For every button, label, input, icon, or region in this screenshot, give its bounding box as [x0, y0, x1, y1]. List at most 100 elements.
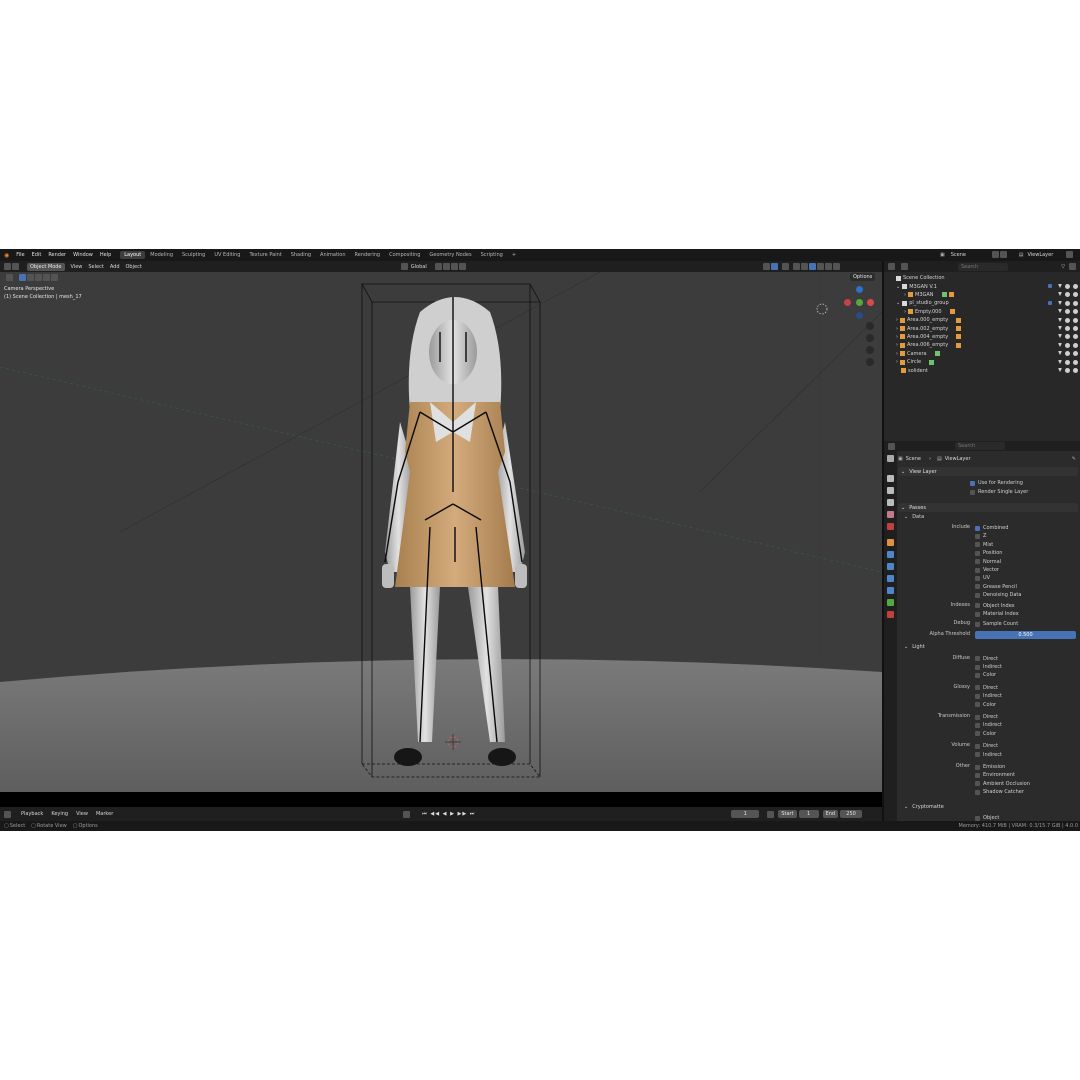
view-layer-tab-icon[interactable] — [887, 499, 894, 506]
render-tab-icon[interactable] — [887, 475, 894, 482]
pass-checkbox[interactable] — [975, 789, 980, 795]
pass-checkbox[interactable] — [975, 542, 980, 548]
select-tool-icon[interactable] — [6, 274, 13, 281]
tab-rendering[interactable]: Rendering — [351, 251, 385, 259]
visibility-icon[interactable] — [762, 263, 770, 270]
add-workspace-button[interactable]: + — [508, 251, 520, 259]
pass-checkbox-row[interactable]: Object Index — [975, 602, 1015, 610]
panel-view-layer[interactable]: ⌄ View Layer — [898, 467, 1078, 476]
camera-icon[interactable] — [1073, 309, 1078, 315]
expand-icon[interactable]: › — [896, 334, 898, 340]
tab-animation[interactable]: Animation — [316, 251, 350, 259]
select-filter-icon[interactable] — [1058, 292, 1062, 297]
start-frame-field[interactable]: 1 — [798, 810, 819, 818]
pass-checkbox[interactable] — [975, 781, 980, 787]
filter-icon[interactable]: ▽ — [1061, 264, 1065, 270]
pass-checkbox-row[interactable]: Denoising Data — [975, 591, 1021, 599]
axis-z-icon[interactable] — [856, 286, 863, 293]
outliner-row[interactable]: ⌄ pl_studio_group — [884, 299, 1080, 307]
expand-icon[interactable]: › — [904, 292, 906, 298]
tab-uv-editing[interactable]: UV Editing — [210, 251, 244, 259]
menu-keying[interactable]: Keying — [51, 811, 68, 817]
pass-checkbox[interactable] — [975, 743, 980, 749]
axis-x-neg-icon[interactable] — [844, 299, 851, 306]
zoom-icon[interactable] — [866, 322, 874, 330]
pass-checkbox[interactable] — [975, 611, 980, 617]
eye-icon[interactable] — [1065, 284, 1070, 290]
gizmo-icon[interactable] — [770, 263, 778, 270]
eye-icon[interactable] — [1065, 334, 1070, 340]
menu-object[interactable]: Object — [126, 264, 142, 270]
axis-z-neg-icon[interactable] — [856, 312, 863, 319]
menu-marker[interactable]: Marker — [96, 811, 113, 817]
expand-icon[interactable]: › — [896, 326, 898, 332]
select-filter-icon[interactable] — [1058, 359, 1062, 364]
subpanel-light[interactable]: ⌄ Light — [904, 643, 925, 651]
pass-checkbox[interactable] — [975, 702, 980, 708]
outliner-row[interactable]: ⌄ M3GAN V.1 — [884, 282, 1080, 290]
current-frame-field[interactable]: 1 — [731, 810, 760, 818]
pass-checkbox-row[interactable]: Color — [975, 671, 996, 679]
select-filter-icon[interactable] — [1058, 284, 1062, 289]
camera-icon[interactable] — [1073, 317, 1078, 323]
pass-checkbox-row[interactable]: UV — [975, 574, 990, 582]
eye-icon[interactable] — [1065, 342, 1070, 348]
select-filter-icon[interactable] — [1058, 351, 1062, 356]
alpha-threshold-slider[interactable]: 0.500 — [975, 630, 1076, 639]
menu-timeline-view[interactable]: View — [76, 811, 88, 817]
pass-checkbox[interactable] — [975, 764, 980, 770]
preview-range-icon[interactable] — [767, 810, 775, 818]
pass-checkbox[interactable] — [975, 567, 980, 573]
pass-checkbox-row[interactable]: Position — [975, 549, 1002, 557]
pass-checkbox-row[interactable]: Direct — [975, 713, 998, 721]
axis-x-icon[interactable] — [867, 299, 874, 306]
collapse-icon[interactable]: ⌄ — [904, 804, 908, 810]
new-collection-icon[interactable] — [1069, 263, 1076, 270]
pan-hand-icon[interactable] — [866, 334, 874, 342]
eye-icon[interactable] — [1065, 300, 1070, 306]
playback-controls[interactable]: ⏮ ◀◀ ◀ ▶ ▶▶ ⏭ — [422, 811, 475, 817]
render-single-layer-row[interactable]: Render Single Layer — [970, 488, 1028, 496]
use-for-rendering-checkbox[interactable] — [970, 480, 975, 486]
tab-shading[interactable]: Shading — [287, 251, 315, 259]
pass-checkbox-row[interactable]: Environment — [975, 771, 1015, 779]
view-transform-icon[interactable] — [12, 263, 19, 270]
exclude-checkbox[interactable] — [1048, 300, 1052, 305]
eye-icon[interactable] — [1065, 317, 1070, 323]
pass-checkbox[interactable] — [975, 592, 980, 598]
scene-tab-icon[interactable] — [887, 511, 894, 518]
camera-icon[interactable] — [1073, 368, 1078, 374]
pass-checkbox-row[interactable]: Indirect — [975, 721, 1002, 729]
material-tab-icon[interactable] — [887, 611, 894, 618]
pass-checkbox[interactable] — [975, 685, 980, 691]
pass-checkbox-row[interactable]: Object — [975, 814, 999, 822]
pass-checkbox-row[interactable]: Direct — [975, 684, 998, 692]
expand-icon[interactable]: › — [896, 351, 898, 357]
select-filter-icon[interactable] — [1058, 317, 1062, 322]
constraints-tab-icon[interactable] — [887, 587, 894, 594]
axis-y-icon[interactable] — [856, 299, 863, 306]
collapse-icon[interactable]: ⌄ — [904, 644, 908, 650]
pass-checkbox-row[interactable]: Shadow Catcher — [975, 788, 1024, 796]
properties-editor-icon[interactable] — [888, 442, 895, 450]
select-filter-icon[interactable] — [1058, 342, 1062, 347]
pass-checkbox[interactable] — [975, 525, 980, 531]
menu-file[interactable]: File — [16, 252, 24, 258]
pass-checkbox-row[interactable]: Direct — [975, 742, 998, 750]
pass-checkbox[interactable] — [975, 714, 980, 720]
pass-checkbox-row[interactable]: Vector — [975, 566, 999, 574]
pass-checkbox-row[interactable]: Ambient Occlusion — [975, 780, 1030, 788]
outliner-row[interactable]: › Empty.000 — [884, 308, 1080, 316]
viewlayer-selector[interactable]: ViewLayer — [1027, 252, 1065, 258]
shading-solid-icon[interactable] — [808, 263, 816, 270]
tab-texture-paint[interactable]: Texture Paint — [245, 251, 285, 259]
pass-checkbox-row[interactable]: Normal — [975, 558, 1001, 566]
outliner-row[interactable]: solident — [884, 366, 1080, 374]
collapse-icon[interactable]: ⌄ — [901, 505, 905, 511]
pass-checkbox[interactable] — [975, 575, 980, 581]
orientation-selector[interactable]: Global — [411, 264, 427, 270]
menu-help[interactable]: Help — [100, 252, 111, 258]
shading-options-icon[interactable] — [832, 263, 840, 270]
viewlayer-copy-icon[interactable] — [1066, 251, 1074, 258]
camera-icon[interactable] — [1073, 292, 1078, 298]
